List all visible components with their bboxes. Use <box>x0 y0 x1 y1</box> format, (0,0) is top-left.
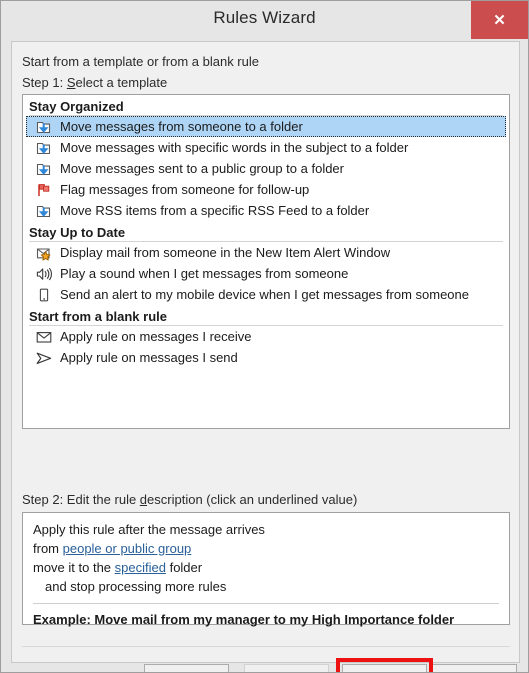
envelope-icon <box>34 328 54 346</box>
step2-label-suffix: escription (click an underlined value) <box>147 492 358 507</box>
close-icon[interactable]: ✕ <box>471 1 528 39</box>
template-list-item[interactable]: Apply rule on messages I receive <box>26 326 506 347</box>
description-example: Example: Move mail from my manager to my… <box>33 612 455 627</box>
footer-divider <box>22 646 510 647</box>
step2-label-prefix: Step 2: Edit the rule <box>22 492 140 507</box>
title-bar: Rules Wizard ✕ <box>1 1 528 39</box>
window-title: Rules Wizard <box>213 8 316 27</box>
step1-label: Step 1: Select a template <box>22 75 167 90</box>
step1-intro-label: Start from a template or from a blank ru… <box>22 54 259 69</box>
desc-line-1: Apply this rule after the message arrive… <box>33 522 265 537</box>
move-to-folder-icon <box>34 160 54 178</box>
template-list-item[interactable]: Apply rule on messages I send <box>26 347 506 368</box>
people-or-public-group-link[interactable]: people or public group <box>63 541 192 556</box>
desc-line-3-suffix: folder <box>165 560 203 575</box>
template-category-header: Start from a blank rule <box>23 306 509 326</box>
finish-button[interactable]: Finish <box>432 664 517 672</box>
step2-label: Step 2: Edit the rule description (click… <box>22 492 357 507</box>
template-list-item-label: Move messages sent to a public group to … <box>60 161 344 176</box>
template-list-item-label: Move RSS items from a specific RSS Feed … <box>60 203 370 218</box>
template-list-item[interactable]: Display mail from someone in the New Ite… <box>26 242 506 263</box>
template-list-item[interactable]: Move messages with specific words in the… <box>26 137 506 158</box>
move-to-folder-icon <box>34 118 54 136</box>
desc-line-2-prefix: from <box>33 541 63 556</box>
move-to-folder-icon <box>34 139 54 157</box>
template-list-item-label: Display mail from someone in the New Ite… <box>60 245 391 260</box>
next-button[interactable]: Next > <box>342 664 427 672</box>
desc-line-2: from people or public group <box>33 539 499 558</box>
wizard-panel: Start from a template or from a blank ru… <box>11 41 520 672</box>
step1-label-prefix: Step 1: <box>22 75 67 90</box>
template-list-item[interactable]: Flag messages from someone for follow-up <box>26 179 506 200</box>
template-list-item-label: Apply rule on messages I receive <box>60 329 252 344</box>
speaker-sound-icon <box>34 265 54 283</box>
specified-folder-link[interactable]: specified <box>115 560 166 575</box>
template-list-item-label: Move messages from someone to a folder <box>60 119 303 134</box>
mobile-device-icon <box>34 286 54 304</box>
step1-label-suffix: elect a template <box>75 75 168 90</box>
template-list-item-label: Move messages with specific words in the… <box>60 140 409 155</box>
template-list-item-label: Flag messages from someone for follow-up <box>60 182 310 197</box>
back-button: < Back <box>244 664 329 672</box>
move-to-folder-icon <box>34 202 54 220</box>
template-list-item[interactable]: Move messages sent to a public group to … <box>26 158 506 179</box>
template-list[interactable]: Stay Organized Move messages from someone… <box>22 94 510 429</box>
template-list-item[interactable]: Play a sound when I get messages from so… <box>26 263 506 284</box>
step2-label-accesskey: d <box>139 492 148 507</box>
template-list-item-label: Send an alert to my mobile device when I… <box>60 287 469 302</box>
flag-icon <box>34 181 54 199</box>
send-arrow-icon <box>34 349 54 367</box>
template-list-item-label: Apply rule on messages I send <box>60 350 238 365</box>
description-divider <box>33 603 499 604</box>
new-item-alert-icon <box>34 244 54 262</box>
template-list-item[interactable]: Send an alert to my mobile device when I… <box>26 284 506 305</box>
cancel-button[interactable]: Cancel <box>144 664 229 672</box>
rules-wizard-dialog: Rules Wizard ✕ Start from a template or … <box>0 0 529 673</box>
template-list-item-label: Play a sound when I get messages from so… <box>60 266 349 281</box>
desc-line-3: move it to the specified folder <box>33 558 499 577</box>
desc-line-4: and stop processing more rules <box>45 579 227 594</box>
template-category-header: Stay Up to Date <box>23 222 509 242</box>
desc-line-3-prefix: move it to the <box>33 560 115 575</box>
template-category-header: Stay Organized <box>23 96 509 116</box>
template-list-item[interactable]: Move RSS items from a specific RSS Feed … <box>26 200 506 221</box>
template-list-item[interactable]: Move messages from someone to a folder <box>26 116 506 137</box>
rule-description[interactable]: Apply this rule after the message arrive… <box>22 512 510 627</box>
